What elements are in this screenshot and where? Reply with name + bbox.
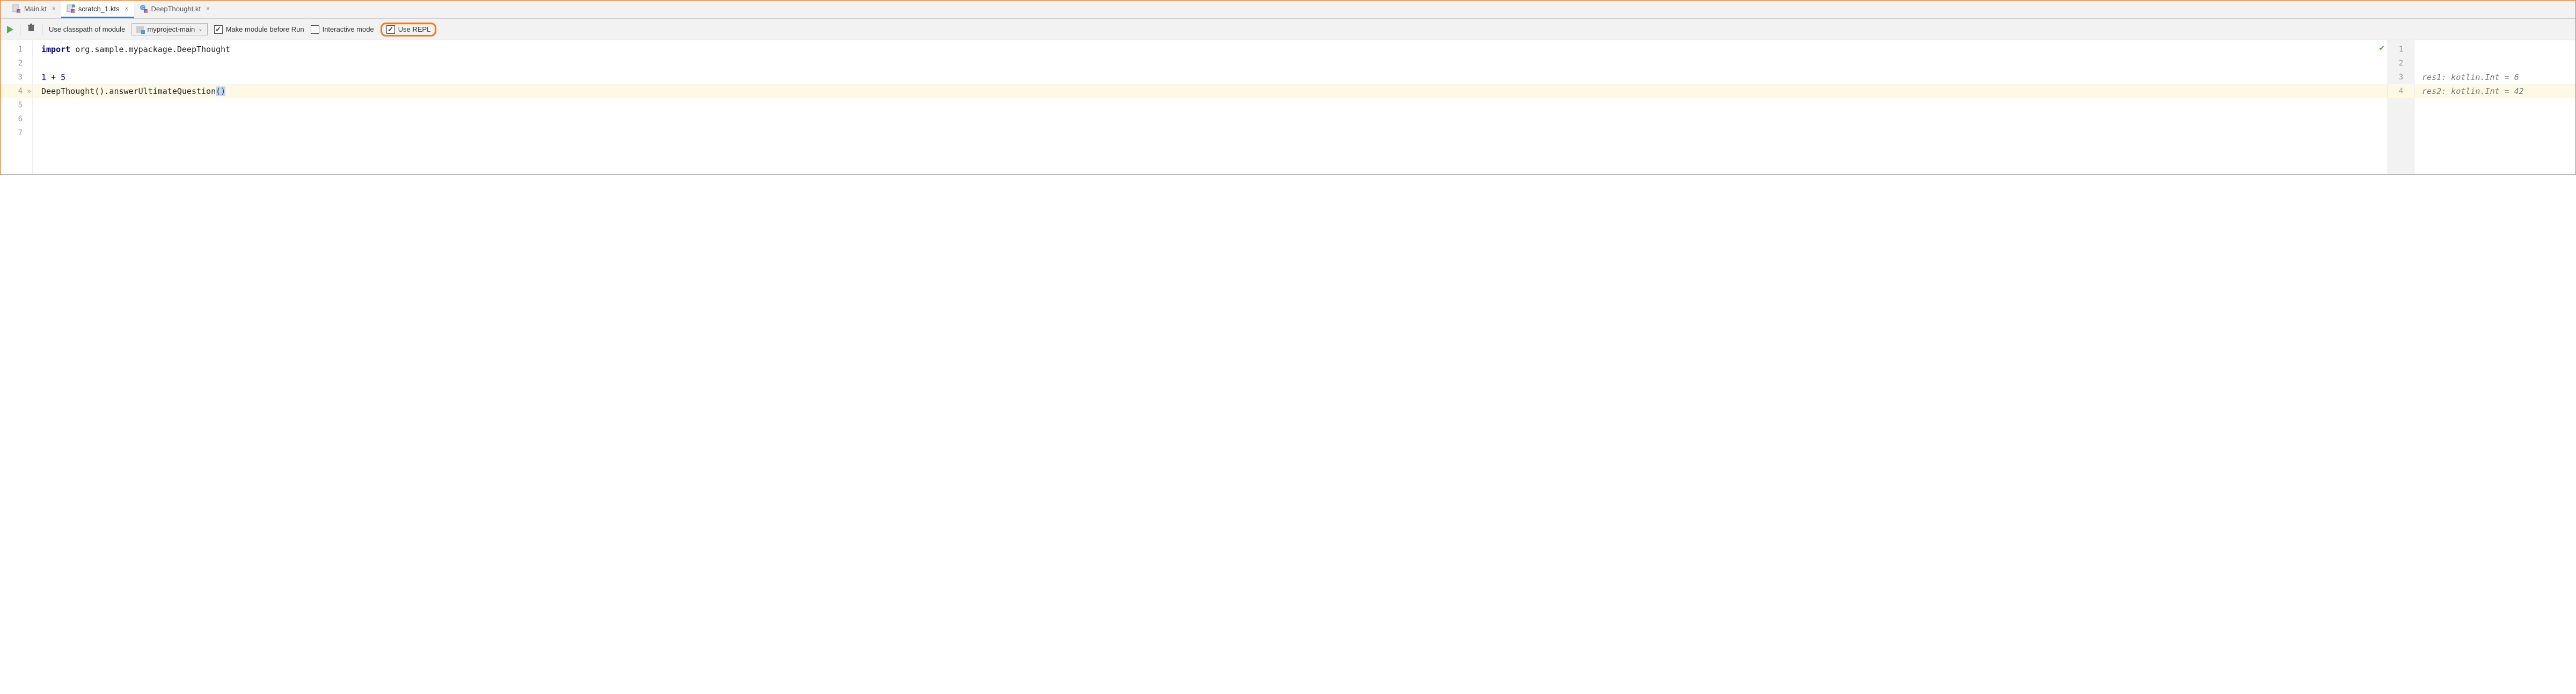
use-repl-checkbox[interactable]: Use REPL [386,25,431,34]
gutter-line: 4» [1,84,32,98]
use-repl-highlight: Use REPL [380,23,437,36]
checkbox-icon [386,25,395,34]
close-icon[interactable]: × [206,5,210,12]
code-line[interactable]: 1 + 5 [33,70,2388,84]
gutter-line: 6 [1,112,32,126]
results-gutter-line: 2 [2388,56,2414,70]
result-line [2414,42,2575,56]
results-gutter-line: 1 [2388,42,2414,56]
kotlin-scratch-icon [67,4,75,13]
code-line[interactable] [33,112,2388,126]
result-line: res1: kotlin.Int = 6 [2414,70,2575,84]
tab-scratch-1[interactable]: scratch_1.kts × [61,1,134,18]
scratch-toolbar: Use classpath of module myproject-main ⌄… [1,19,2575,40]
checkbox-label: Make module before Run [226,25,304,33]
module-name: myproject-main [147,25,195,33]
result-line [2414,56,2575,70]
checkbox-label: Interactive mode [323,25,374,33]
gutter-line: 3 [1,70,32,84]
editor-gutter: 1234»567 [1,40,33,174]
tab-label: DeepThought.kt [151,5,201,13]
run-marker-icon: » [27,87,31,96]
editor-tabs: Main.kt × scratch_1.kts × C DeepThought.… [1,1,2575,19]
status-ok-icon: ✔ [2379,42,2384,53]
tab-deepthought-kt[interactable]: C DeepThought.kt × [134,1,216,18]
gutter-line: 5 [1,98,32,112]
kotlin-file-icon [12,4,21,13]
code-line[interactable]: DeepThought().answerUltimateQuestion() [33,84,2388,98]
module-icon [136,26,144,33]
gutter-line: 7 [1,126,32,140]
gutter-line: 2 [1,56,32,70]
checkbox-icon [214,25,223,34]
results-gutter-line: 3 [2388,70,2414,84]
results-panel: res1: kotlin.Int = 6res2: kotlin.Int = 4… [2414,40,2575,174]
results-gutter-line: 4 [2388,84,2414,98]
code-line[interactable] [33,126,2388,140]
tab-label: Main.kt [24,5,47,13]
chevron-down-icon: ⌄ [198,26,202,32]
interactive-mode-checkbox[interactable]: Interactive mode [311,25,374,34]
code-editor[interactable]: ✔ import org.sample.mypackage.DeepThough… [33,40,2388,174]
tab-label: scratch_1.kts [78,5,120,13]
clear-button[interactable] [27,24,35,35]
code-line[interactable] [33,98,2388,112]
result-line: res2: kotlin.Int = 42 [2414,84,2575,98]
editor-area: 1234»567 ✔ import org.sample.mypackage.D… [1,40,2575,174]
run-button[interactable] [7,26,13,33]
close-icon[interactable]: × [125,5,129,12]
code-line[interactable]: import org.sample.mypackage.DeepThought [33,42,2388,56]
close-icon[interactable]: × [52,5,56,12]
make-module-checkbox[interactable]: Make module before Run [214,25,304,34]
tab-main-kt[interactable]: Main.kt × [7,1,61,18]
module-select[interactable]: myproject-main ⌄ [131,23,207,35]
checkbox-label: Use REPL [398,25,431,33]
kotlin-class-icon: C [140,4,148,13]
classpath-label: Use classpath of module [49,25,125,33]
code-line[interactable] [33,56,2388,70]
gutter-line: 1 [1,42,32,56]
results-gutter: 1234 [2388,40,2414,174]
checkbox-icon [311,25,319,34]
